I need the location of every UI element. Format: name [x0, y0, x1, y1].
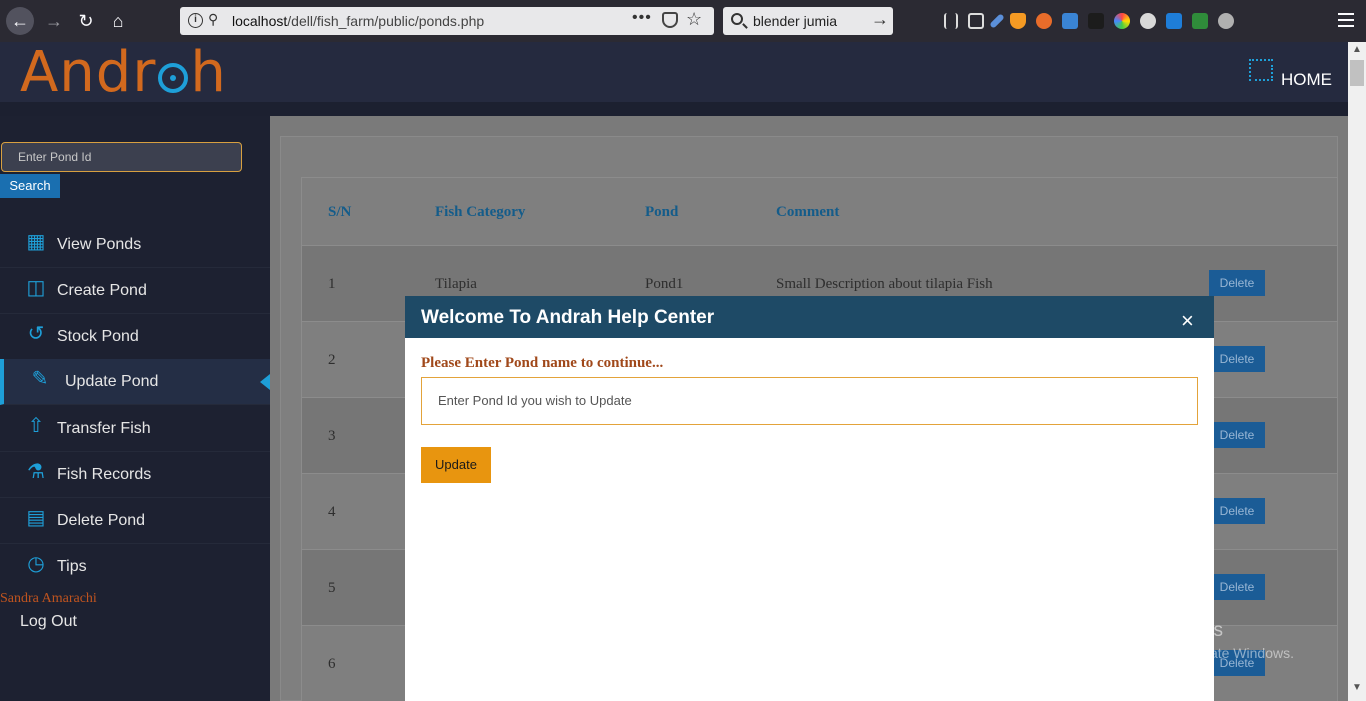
sidebar-item-label: Fish Records — [57, 466, 152, 483]
modal-prompt: Please Enter Pond name to continue... — [421, 355, 664, 371]
pond-id-input[interactable]: Enter Pond Id — [1, 142, 242, 172]
modal-title: Welcome To Andrah Help Center — [421, 307, 715, 328]
activate-windows-subtitle: Go to Settings to activate Windows. — [1073, 645, 1294, 661]
activate-windows-title: Activate Windows — [1073, 620, 1223, 641]
column-header-fish-category: Fish Category — [435, 204, 526, 220]
menu-icon[interactable] — [1338, 13, 1354, 31]
update-button[interactable]: Update — [421, 447, 491, 483]
sidebar-item-transfer-fish[interactable]: ⇧ Transfer Fish — [0, 406, 270, 452]
sidebar-item-tips[interactable]: ◷ Tips — [0, 544, 270, 590]
pencil-icon: ✎ — [31, 368, 49, 390]
flask-icon: ⚗ — [27, 461, 45, 483]
transfer-basket-icon: ⇧ — [27, 415, 45, 437]
logo-ring-icon — [158, 63, 189, 93]
sidebar-item-delete-pond[interactable]: ▤ Delete Pond — [0, 498, 270, 544]
cell-sn: 6 — [328, 656, 336, 672]
profile-mask-icon[interactable] — [1218, 13, 1234, 29]
cell-pond: Pond1 — [645, 276, 684, 292]
home-link[interactable]: HOME — [1281, 70, 1332, 90]
delete-button[interactable]: Delete — [1209, 270, 1265, 296]
reload-icon[interactable]: ↻ — [72, 7, 100, 35]
page-actions-icon[interactable]: ••• — [632, 9, 652, 27]
cloud-icon[interactable] — [1166, 13, 1182, 29]
cell-sn: 4 — [328, 504, 336, 520]
forward-arrow-icon[interactable]: → — [40, 7, 68, 35]
browser-toolbar: ← → ↻ ⌂ i ⚲ localhost/dell/fish_farm/pub… — [0, 0, 1366, 42]
column-header-comment: Comment — [776, 204, 840, 220]
search-text[interactable]: blender jumia — [753, 13, 837, 29]
url-text[interactable]: localhost/dell/fish_farm/public/ponds.ph… — [232, 13, 484, 29]
scroll-down-arrow-icon[interactable]: ▼ — [1352, 682, 1362, 693]
shield-icon[interactable] — [1010, 13, 1026, 29]
sidebar-item-label: Tips — [57, 558, 87, 575]
cursor-extension-icon[interactable] — [1088, 13, 1104, 29]
ip-extension-icon[interactable] — [1140, 13, 1156, 29]
cell-sn: 5 — [328, 580, 336, 596]
cell-sn: 1 — [328, 276, 336, 292]
back-arrow-icon[interactable]: ← — [6, 7, 34, 35]
archive-icon: ▤ — [26, 507, 46, 529]
app-header: Andr h HOME — [0, 42, 1348, 104]
extension-icons — [944, 10, 1234, 32]
grid-icon[interactable] — [1249, 59, 1273, 81]
pond-id-update-input[interactable]: Enter Pond Id you wish to Update — [421, 377, 1198, 425]
sidebar-item-create-pond[interactable]: ◫ Create Pond — [0, 268, 270, 314]
sidebar-item-stock-pond[interactable]: ↺ Stock Pond — [0, 314, 270, 360]
home-icon[interactable]: ⌂ — [104, 7, 132, 35]
header-divider — [0, 102, 1348, 116]
delete-button[interactable]: Delete — [1209, 574, 1265, 600]
sidebar-item-label: View Ponds — [57, 236, 142, 253]
cell-sn: 2 — [328, 352, 336, 368]
sidebar-item-label: Delete Pond — [57, 512, 146, 529]
sidebar-item-label: Create Pond — [57, 282, 147, 299]
grid-icon: ▦ — [26, 231, 46, 253]
history-icon: ↺ — [27, 323, 45, 345]
sidebar-icon[interactable] — [968, 13, 984, 29]
bookmark-star-icon[interactable]: ☆ — [686, 9, 702, 30]
info-icon[interactable]: i — [188, 13, 203, 28]
logout-link[interactable]: Log Out — [20, 613, 77, 631]
owl-icon[interactable] — [1036, 13, 1052, 29]
logo[interactable]: Andr h — [20, 42, 227, 104]
sidebar-item-fish-records[interactable]: ⚗ Fish Records — [0, 452, 270, 498]
scroll-up-arrow-icon[interactable]: ▲ — [1352, 44, 1362, 55]
close-icon[interactable]: × — [1181, 310, 1194, 332]
sidebar-item-view-ponds[interactable]: ▦ View Ponds — [0, 222, 270, 268]
cell-comment: Small Description about tilapia Fish — [776, 276, 993, 292]
column-header-pond: Pond — [645, 204, 679, 220]
sidebar: Enter Pond Id Search ▦ View Ponds ◫ Crea… — [0, 116, 270, 701]
column-header-sn: S/N — [328, 204, 352, 220]
cell-sn: 3 — [328, 428, 336, 444]
sidebar-item-label: Stock Pond — [57, 328, 139, 345]
basket-icon: ◫ — [26, 277, 46, 299]
search-button[interactable]: Search — [0, 174, 60, 198]
sidebar-item-label: Transfer Fish — [57, 420, 151, 437]
delete-button[interactable]: Delete — [1209, 498, 1265, 524]
delete-button[interactable]: Delete — [1209, 422, 1265, 448]
delete-button[interactable]: Delete — [1209, 346, 1265, 372]
search-go-arrow-icon[interactable]: → — [871, 9, 889, 30]
user-name: Sandra Amarachi — [0, 591, 97, 606]
dropper-icon[interactable] — [989, 13, 1005, 29]
library-icon[interactable] — [944, 13, 958, 29]
search-bar[interactable]: blender jumia → — [723, 7, 893, 35]
modal-header: Welcome To Andrah Help Center × — [405, 296, 1214, 338]
sidebar-item-label: Update Pond — [65, 373, 159, 390]
key-icon[interactable]: ⚲ — [208, 11, 218, 28]
fi-extension-icon[interactable] — [1062, 13, 1078, 29]
url-bar[interactable]: i ⚲ localhost/dell/fish_farm/public/pond… — [180, 7, 714, 35]
color-picker-icon[interactable] — [1114, 13, 1130, 29]
pocket-icon[interactable] — [662, 12, 678, 28]
green-extension-icon[interactable] — [1192, 13, 1208, 29]
scroll-thumb[interactable] — [1350, 60, 1364, 86]
page-scrollbar[interactable]: ▲ ▼ — [1348, 42, 1366, 701]
active-indicator-icon — [260, 374, 270, 390]
sidebar-item-update-pond[interactable]: ✎ Update Pond — [0, 359, 270, 405]
search-icon — [731, 13, 743, 25]
cell-category: Tilapia — [435, 276, 477, 292]
clock-history-icon: ◷ — [27, 553, 45, 575]
